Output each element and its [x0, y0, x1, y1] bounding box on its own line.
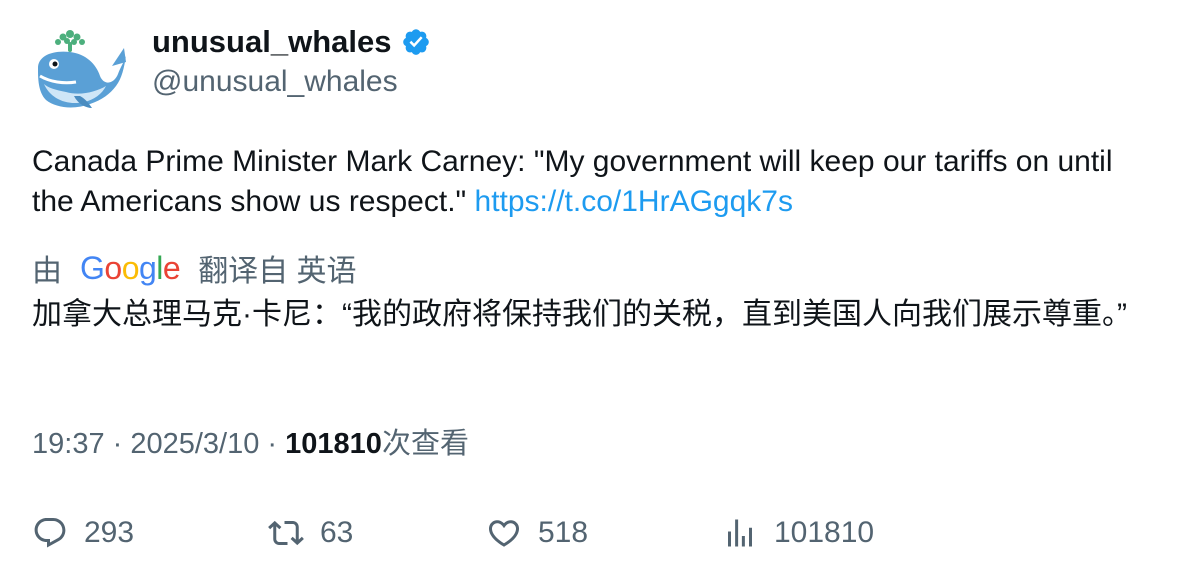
- tweet-meta: 19:37 · 2025/3/10 · 101810次查看: [32, 424, 469, 464]
- tweet-date[interactable]: 2025/3/10: [130, 428, 259, 460]
- translated-text: 加拿大总理马克·卡尼：“我的政府将保持我们的关税，直到美国人向我们展示尊重。”: [32, 298, 1127, 331]
- translated-by-label: 由: [32, 255, 62, 288]
- reply-count: 293: [84, 516, 135, 549]
- author-handle[interactable]: @unusual_whales: [152, 62, 398, 102]
- like-button[interactable]: 518: [486, 510, 588, 556]
- retweet-icon: [268, 520, 304, 546]
- meta-separator: ·: [259, 428, 286, 460]
- heart-icon: [488, 520, 520, 547]
- views-label: 次查看: [381, 428, 469, 460]
- whale-avatar-icon: [38, 30, 126, 108]
- reply-icon: [34, 518, 66, 548]
- retweet-button[interactable]: 63: [268, 510, 353, 556]
- action-bar: 293 63 518 101810: [0, 510, 1196, 556]
- tweet-link[interactable]: https://t.co/1HrAGgqk7s: [475, 185, 793, 218]
- google-logo: Google: [80, 249, 181, 286]
- tweet-time[interactable]: 19:37: [32, 428, 105, 460]
- retweet-count: 63: [320, 516, 354, 549]
- verified-badge-icon: [403, 29, 430, 55]
- views-button[interactable]: 101810: [722, 510, 874, 556]
- translation-attribution[interactable]: 由 Google 翻译自 英语: [32, 246, 357, 290]
- views-count: 101810: [285, 428, 382, 460]
- views-action-count: 101810: [774, 516, 875, 549]
- author-display-name[interactable]: unusual_whales: [152, 22, 431, 62]
- like-count: 518: [538, 516, 589, 549]
- analytics-icon: [728, 519, 752, 547]
- reply-button[interactable]: 293: [32, 510, 134, 556]
- tweet-text: Canada Prime Minister Mark Carney: "My g…: [32, 142, 1162, 222]
- avatar[interactable]: [30, 26, 126, 112]
- translated-from-label: 翻译自 英语: [198, 255, 357, 288]
- display-name-text: unusual_whales: [152, 24, 392, 59]
- meta-separator: ·: [104, 428, 131, 460]
